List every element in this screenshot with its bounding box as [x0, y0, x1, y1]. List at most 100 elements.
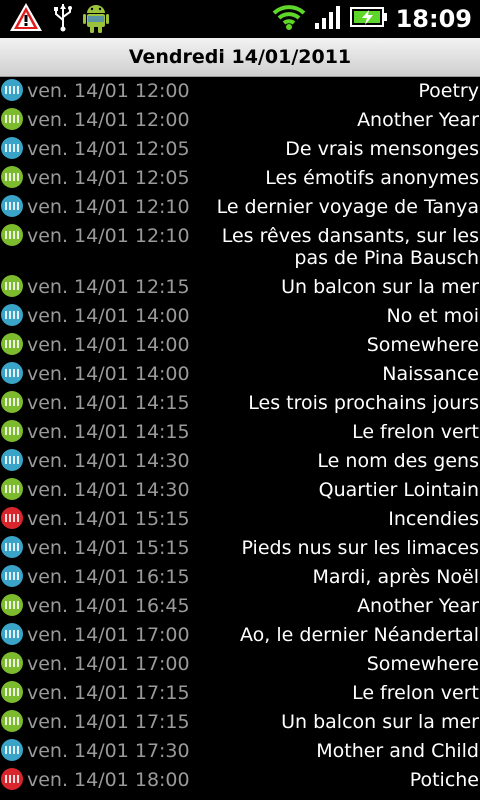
showtime: ven. 14/01 17:15 — [27, 682, 190, 704]
movie-title: Somewhere — [366, 653, 479, 675]
cinema-logo-icon — [1, 108, 23, 130]
list-item[interactable]: ven. 14/01 12:00 Another Year — [0, 106, 480, 135]
cinema-logo-icon — [1, 391, 23, 413]
list-item[interactable]: ven. 14/01 17:15 Le frelon vert — [0, 679, 480, 708]
movie-title: Les rêves dansants, sur les pas de Pina … — [221, 225, 479, 269]
showtime: ven. 14/01 17:00 — [27, 653, 190, 675]
list-item[interactable]: ven. 14/01 17:00 Somewhere — [0, 650, 480, 679]
list-item[interactable]: ven. 14/01 14:00 Naissance — [0, 360, 480, 389]
cinema-logo-icon — [1, 623, 23, 645]
showtime: ven. 14/01 12:05 — [27, 167, 190, 189]
showtime: ven. 14/01 17:15 — [27, 711, 190, 733]
list-item[interactable]: ven. 14/01 12:15 Un balcon sur la mer — [0, 273, 480, 302]
showtime: ven. 14/01 12:00 — [27, 80, 190, 102]
movie-title: Les émotifs anonymes — [265, 167, 479, 189]
showtime: ven. 14/01 14:00 — [27, 363, 190, 385]
cinema-logo-icon — [1, 710, 23, 732]
movie-title: Un balcon sur la mer — [281, 711, 479, 733]
list-item[interactable]: ven. 14/01 14:15 Les trois prochains jour… — [0, 389, 480, 418]
showtime: ven. 14/01 12:05 — [27, 138, 190, 160]
cinema-logo-icon — [1, 768, 23, 790]
list-item[interactable]: ven. 14/01 15:15 Incendies — [0, 505, 480, 534]
list-item[interactable]: ven. 14/01 12:00 Poetry — [0, 77, 480, 106]
battery-charging-icon — [349, 6, 388, 32]
list-item[interactable]: ven. 14/01 14:30 Quartier Lointain — [0, 476, 480, 505]
list-item[interactable]: ven. 14/01 14:15 Le frelon vert — [0, 418, 480, 447]
movie-title: Quartier Lointain — [318, 479, 479, 501]
list-item[interactable]: ven. 14/01 17:15 Un balcon sur la mer — [0, 708, 480, 737]
list-item[interactable]: ven. 14/01 16:45 Another Year — [0, 592, 480, 621]
cinema-logo-icon — [1, 739, 23, 761]
wifi-icon — [272, 3, 306, 35]
movie-title: Pieds nus sur les limaces — [241, 537, 479, 559]
movie-title: Ao, le dernier Néandertal — [240, 624, 479, 646]
list-item[interactable]: ven. 14/01 17:00 Ao, le dernier Néanderta… — [0, 621, 480, 650]
showtime: ven. 14/01 17:30 — [27, 740, 190, 762]
page-title: Vendredi 14/01/2011 — [128, 46, 352, 68]
showtime: ven. 14/01 17:00 — [27, 624, 190, 646]
showtime: ven. 14/01 16:45 — [27, 595, 190, 617]
movie-title: Naissance — [382, 363, 479, 385]
movie-title: Potiche — [409, 769, 479, 791]
list-item[interactable]: ven. 14/01 14:30 Le nom des gens — [0, 447, 480, 476]
list-item[interactable]: ven. 14/01 12:10 Le dernier voyage de Tan… — [0, 193, 480, 222]
showtime: ven. 14/01 14:15 — [27, 421, 190, 443]
movie-title: Poetry — [418, 80, 479, 102]
cinema-logo-icon — [1, 304, 23, 326]
movie-title: Le frelon vert — [352, 421, 479, 443]
showtime: ven. 14/01 14:15 — [27, 392, 190, 414]
showtime: ven. 14/01 12:10 — [27, 196, 190, 218]
movie-title: Mother and Child — [316, 740, 479, 762]
usb-icon — [52, 2, 74, 36]
movie-title: Mardi, après Noël — [312, 566, 479, 588]
list-item[interactable]: ven. 14/01 15:15 Pieds nus sur les limace… — [0, 534, 480, 563]
list-item[interactable]: ven. 14/01 17:30 Mother and Child — [0, 737, 480, 766]
showtime: ven. 14/01 15:15 — [27, 508, 190, 530]
movie-title: No et moi — [386, 305, 479, 327]
cinema-logo-icon — [1, 195, 23, 217]
schedule-list[interactable]: ven. 14/01 12:00 Poetry ven. 14/01 12:00 An… — [0, 77, 480, 795]
cinema-logo-icon — [1, 224, 23, 246]
signal-icon — [314, 3, 342, 35]
cinema-logo-icon — [1, 79, 23, 101]
android-icon — [82, 0, 110, 38]
showtime: ven. 14/01 12:10 — [27, 225, 190, 247]
movie-title: Le frelon vert — [352, 682, 479, 704]
showtime: ven. 14/01 15:15 — [27, 537, 190, 559]
showtime: ven. 14/01 14:30 — [27, 450, 190, 472]
movie-title: Incendies — [388, 508, 479, 530]
cinema-logo-icon — [1, 594, 23, 616]
list-item[interactable]: ven. 14/01 14:00 Somewhere — [0, 331, 480, 360]
showtime: ven. 14/01 14:00 — [27, 334, 190, 356]
list-item[interactable]: ven. 14/01 12:05 De vrais mensonges — [0, 135, 480, 164]
list-item[interactable]: ven. 14/01 12:05 Les émotifs anonymes — [0, 164, 480, 193]
movie-title: Un balcon sur la mer — [281, 276, 479, 298]
list-item[interactable]: ven. 14/01 12:10 Les rêves dansants, sur … — [0, 222, 480, 273]
cinema-logo-icon — [1, 333, 23, 355]
showtime: ven. 14/01 12:15 — [27, 276, 190, 298]
movie-title: Le dernier voyage de Tanya — [216, 196, 479, 218]
list-item[interactable]: ven. 14/01 18:00 Potiche — [0, 766, 480, 795]
movie-title: De vrais mensonges — [285, 138, 479, 160]
cinema-logo-icon — [1, 507, 23, 529]
warning-icon — [8, 1, 44, 37]
movie-title: Les trois prochains jours — [248, 392, 479, 414]
status-right-icons: 18:09 — [272, 2, 472, 36]
cinema-logo-icon — [1, 681, 23, 703]
cinema-logo-icon — [1, 478, 23, 500]
cinema-logo-icon — [1, 536, 23, 558]
cinema-logo-icon — [1, 362, 23, 384]
status-left-icons — [8, 2, 110, 36]
cinema-logo-icon — [1, 449, 23, 471]
cinema-logo-icon — [1, 137, 23, 159]
cinema-logo-icon — [1, 565, 23, 587]
cinema-logo-icon — [1, 275, 23, 297]
clock: 18:09 — [395, 5, 472, 33]
movie-title: Somewhere — [366, 334, 479, 356]
cinema-logo-icon — [1, 652, 23, 674]
list-item[interactable]: ven. 14/01 16:15 Mardi, après Noël — [0, 563, 480, 592]
movie-title: Le nom des gens — [317, 450, 479, 472]
date-header: Vendredi 14/01/2011 — [0, 38, 480, 77]
list-item[interactable]: ven. 14/01 14:00 No et moi — [0, 302, 480, 331]
cinema-logo-icon — [1, 166, 23, 188]
